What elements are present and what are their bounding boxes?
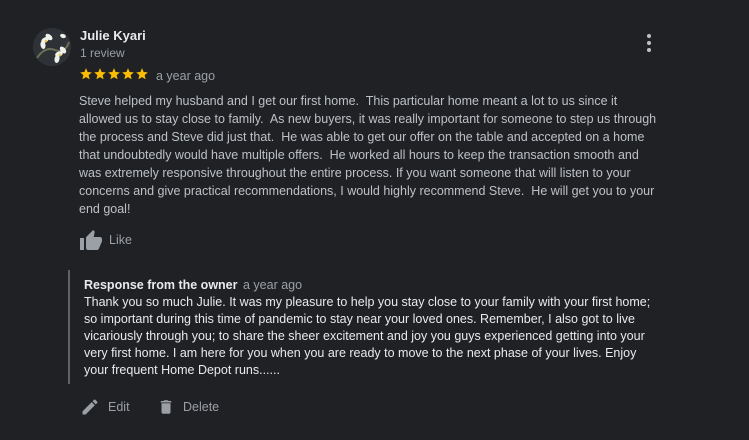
like-button[interactable]: Like: [79, 229, 132, 251]
owner-response-title: Response from the owner: [84, 278, 238, 292]
star-icon: [80, 68, 92, 80]
avatar-image: [33, 28, 71, 66]
avatar[interactable]: [33, 28, 71, 66]
owner-response-text: Thank you so much Julie. It was my pleas…: [84, 295, 651, 377]
like-label: Like: [109, 233, 132, 247]
star-icon: [136, 68, 148, 80]
edit-button[interactable]: Edit: [80, 397, 130, 417]
star-icon: [94, 68, 106, 80]
star-icon: [122, 68, 134, 80]
trash-icon: [160, 400, 172, 414]
more-options-button[interactable]: [640, 33, 658, 53]
thumb-up-icon: [80, 230, 102, 250]
edit-label: Edit: [108, 400, 130, 414]
reviewer-name[interactable]: Julie Kyari: [80, 28, 146, 43]
delete-button[interactable]: Delete: [157, 397, 219, 417]
owner-response-date: a year ago: [242, 278, 303, 292]
review-text: Steve helped my husband and I get our fi…: [79, 94, 657, 216]
review-count: 1 review: [80, 46, 125, 60]
delete-label: Delete: [183, 400, 220, 414]
response-divider: [68, 270, 70, 384]
star-icon: [108, 68, 120, 80]
owner-response-header: Response from the owner a year ago: [84, 278, 302, 292]
review-date: a year ago: [156, 69, 216, 83]
pencil-icon: [82, 399, 98, 415]
star-rating: [79, 67, 149, 81]
more-vert-icon: [647, 34, 651, 52]
